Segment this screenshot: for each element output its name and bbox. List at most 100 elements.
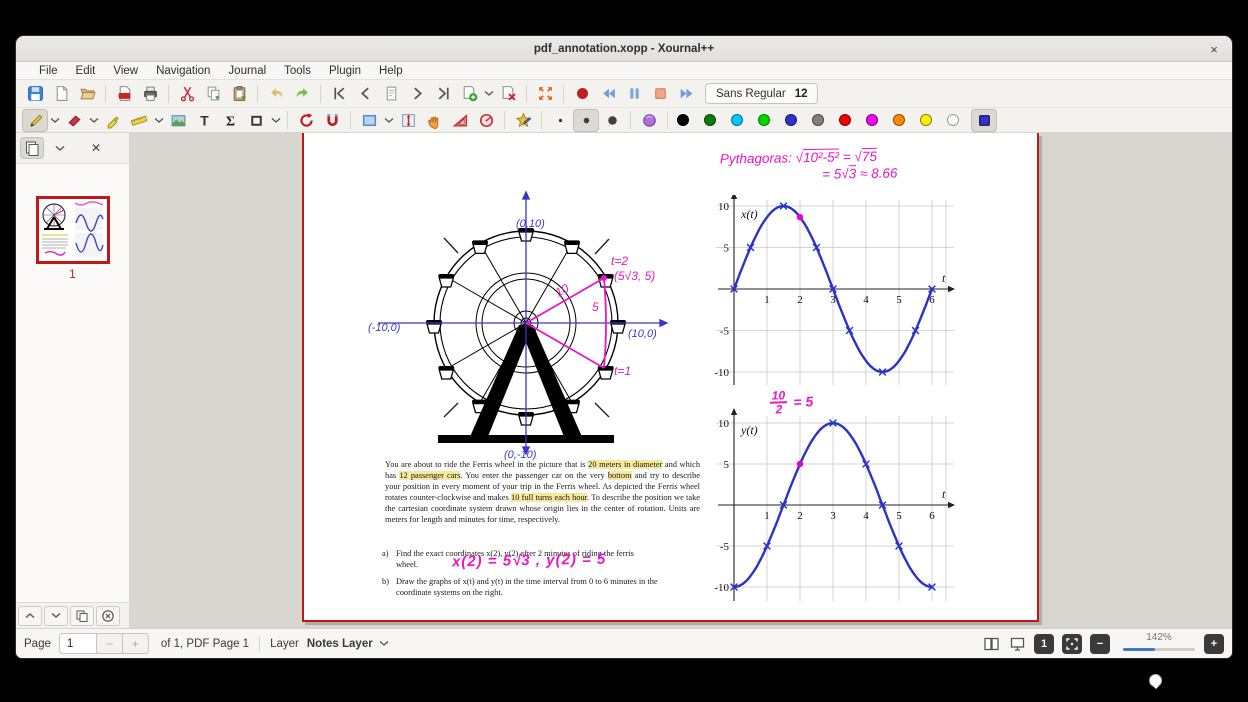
pause-button[interactable] bbox=[621, 82, 647, 105]
zoom-slider-thumb[interactable] bbox=[1149, 674, 1163, 689]
grid-snap-button[interactable] bbox=[319, 109, 345, 132]
print-button[interactable] bbox=[137, 82, 163, 105]
math-tex-button[interactable]: Σ bbox=[217, 109, 243, 132]
stop-icon bbox=[654, 88, 666, 99]
goto-page-button[interactable] bbox=[378, 82, 404, 105]
toolbar-separator bbox=[667, 111, 668, 129]
new-file-button[interactable] bbox=[48, 82, 74, 105]
paste-button[interactable] bbox=[226, 82, 252, 105]
svg-text:10: 10 bbox=[718, 418, 730, 430]
zoom-100-button[interactable]: 1 bbox=[1034, 633, 1054, 654]
color-swatch-9[interactable] bbox=[920, 114, 932, 126]
menu-edit[interactable]: Edit bbox=[67, 65, 105, 77]
layer-value[interactable]: Notes Layer bbox=[307, 638, 373, 650]
menu-help[interactable]: Help bbox=[370, 65, 412, 77]
select-options-dropdown[interactable] bbox=[382, 109, 395, 132]
setsquare-tool-button[interactable] bbox=[447, 109, 473, 132]
cut-button[interactable] bbox=[174, 82, 200, 105]
dual-page-view-button[interactable] bbox=[978, 632, 1004, 655]
undo-button[interactable] bbox=[263, 82, 289, 105]
add-page-dropdown[interactable] bbox=[482, 82, 495, 105]
export-pdf-button[interactable] bbox=[111, 82, 137, 105]
thickness-fine-button[interactable] bbox=[547, 109, 573, 132]
fill-tool-button[interactable] bbox=[636, 109, 662, 132]
menu-tools[interactable]: Tools bbox=[275, 65, 320, 77]
stop-button[interactable] bbox=[647, 82, 673, 105]
zoom-in-button[interactable]: + bbox=[1204, 633, 1224, 654]
compass-tool-button[interactable] bbox=[473, 109, 499, 132]
color-swatch-2[interactable] bbox=[731, 114, 743, 126]
thumb-up-button[interactable] bbox=[18, 605, 42, 626]
close-preview-button[interactable] bbox=[96, 605, 120, 626]
add-page-button[interactable] bbox=[456, 82, 482, 105]
ruler-tool-button[interactable] bbox=[126, 109, 152, 132]
menu-journal[interactable]: Journal bbox=[219, 65, 275, 77]
previous-page-button[interactable] bbox=[352, 82, 378, 105]
color-swatch-10[interactable] bbox=[947, 114, 959, 126]
select-rect-button[interactable] bbox=[356, 109, 382, 132]
delete-page-button[interactable] bbox=[495, 82, 521, 105]
fast-forward-button[interactable] bbox=[673, 82, 699, 105]
color-swatch-8[interactable] bbox=[893, 114, 905, 126]
color-swatch-7[interactable] bbox=[866, 114, 878, 126]
eraser-options-dropdown[interactable] bbox=[87, 109, 100, 132]
page-thumbnail[interactable] bbox=[35, 196, 110, 264]
color-chooser-button[interactable] bbox=[971, 108, 997, 132]
insert-image-button[interactable] bbox=[165, 109, 191, 132]
pen-tool-button[interactable] bbox=[22, 108, 48, 132]
thickness-medium-button[interactable] bbox=[573, 108, 599, 132]
svg-text:-10: -10 bbox=[714, 367, 729, 379]
first-page-button[interactable] bbox=[326, 82, 352, 105]
font-selector-button[interactable]: Sans Regular 12 bbox=[705, 83, 819, 104]
fullscreen-button[interactable] bbox=[532, 82, 558, 105]
pen-options-dropdown[interactable] bbox=[48, 109, 61, 132]
layer-dropdown[interactable] bbox=[379, 638, 389, 650]
ruler-options-dropdown[interactable] bbox=[152, 109, 165, 132]
zoom-slider[interactable] bbox=[1123, 643, 1195, 689]
menu-plugin[interactable]: Plugin bbox=[320, 65, 370, 77]
sidebar-dropdown[interactable] bbox=[48, 137, 72, 159]
copy-button[interactable] bbox=[200, 82, 226, 105]
color-swatch-3[interactable] bbox=[758, 114, 770, 126]
menu-file[interactable]: File bbox=[30, 65, 67, 77]
sidebar-close-button[interactable]: ✕ bbox=[84, 137, 108, 159]
menu-view[interactable]: View bbox=[104, 65, 147, 77]
text-tool-button[interactable]: T bbox=[191, 109, 217, 132]
pdf-page[interactable]: Pythagoras: √10²-5² = √75 = 5√3 ≈ 8.66 (… bbox=[302, 133, 1039, 622]
shape-recognizer-button[interactable] bbox=[510, 109, 536, 132]
work-area: ✕ 1 Pythagoras: √10²-5² = √75 = 5√3 ≈ 8.… bbox=[16, 133, 1232, 628]
vertical-space-button[interactable] bbox=[395, 109, 421, 132]
sidebar: ✕ 1 bbox=[16, 133, 130, 628]
thickness-thick-button[interactable] bbox=[599, 109, 625, 132]
rewind-button[interactable] bbox=[595, 82, 621, 105]
zoom-fit-button[interactable] bbox=[1062, 633, 1082, 654]
color-swatch-0[interactable] bbox=[677, 114, 689, 126]
eraser-tool-button[interactable] bbox=[61, 109, 87, 132]
record-button[interactable] bbox=[569, 82, 595, 105]
open-file-button[interactable] bbox=[74, 82, 100, 105]
rotation-snap-button[interactable] bbox=[293, 109, 319, 132]
hand-tool-button[interactable] bbox=[421, 109, 447, 132]
color-swatch-6[interactable] bbox=[839, 114, 851, 126]
zoom-out-button[interactable]: − bbox=[1090, 633, 1110, 654]
menu-navigation[interactable]: Navigation bbox=[147, 65, 219, 77]
open-folder-icon bbox=[79, 88, 96, 100]
shape-tool-button[interactable] bbox=[243, 109, 269, 132]
next-page-button[interactable] bbox=[404, 82, 430, 105]
copy-page-button[interactable] bbox=[70, 605, 94, 626]
page-number-input[interactable] bbox=[58, 633, 97, 654]
shape-options-dropdown[interactable] bbox=[269, 109, 282, 132]
redo-button[interactable] bbox=[289, 82, 315, 105]
presentation-mode-button[interactable] bbox=[1004, 632, 1030, 655]
preview-pages-button[interactable] bbox=[20, 137, 44, 159]
color-swatch-4[interactable] bbox=[785, 114, 797, 126]
close-window-button[interactable]: × bbox=[1204, 39, 1224, 59]
color-swatch-1[interactable] bbox=[704, 114, 716, 126]
page-minus-button[interactable]: − bbox=[96, 633, 123, 654]
last-page-button[interactable] bbox=[430, 82, 456, 105]
thumb-down-button[interactable] bbox=[44, 605, 68, 626]
color-swatch-5[interactable] bbox=[812, 114, 824, 126]
page-plus-button[interactable]: + bbox=[122, 633, 149, 654]
save-button[interactable] bbox=[22, 82, 48, 105]
highlighter-tool-button[interactable] bbox=[100, 109, 126, 132]
